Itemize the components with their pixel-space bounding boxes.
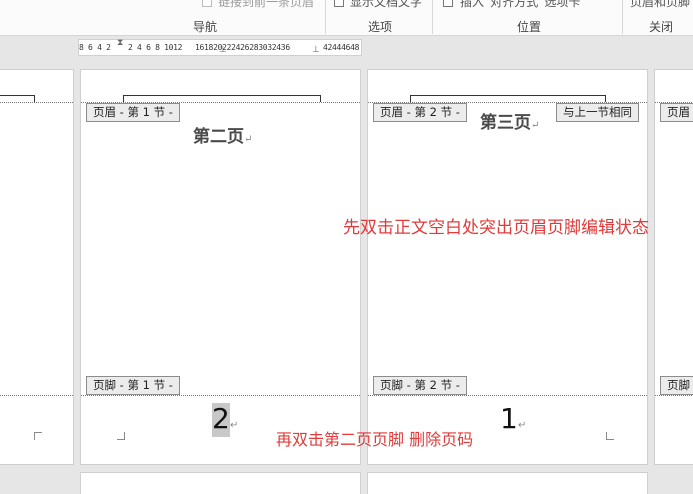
link-to-previous-button[interactable]: 链接到前一条页眉 (218, 0, 314, 10)
show-doc-text-label: 显示文档文字 (350, 0, 423, 9)
group-options-label: 选项 (368, 20, 393, 34)
footer-boundary-line (655, 395, 693, 396)
link-previous-icon (202, 0, 212, 7)
footer-boundary-line (0, 395, 73, 396)
header-section-2-tag: 页眉 - 第 2 节 - (373, 103, 467, 122)
footer-boundary-line (368, 395, 647, 396)
footer-section-2-tag: 页脚 - 第 2 节 - (373, 376, 467, 395)
paragraph-mark: ↵ (531, 120, 540, 131)
ruler-main-numbers: 161820222426283032436 (195, 43, 290, 52)
ribbon: 链接到前一条页眉 显示文档文字 插入“对齐方式”选项卡 页眉和页脚 导航 选项 … (0, 0, 693, 36)
crop-mark (34, 432, 42, 440)
crop-mark (117, 432, 125, 440)
page-title-text: 第二页 (193, 127, 244, 147)
page-title-third: 第三页↵ (480, 108, 539, 133)
insert-align-tab-icon (443, 0, 453, 7)
close-header-footer-button[interactable]: 页眉和页脚 (630, 0, 690, 10)
page-partial-right[interactable]: 页眉 页脚 (654, 69, 693, 465)
annotation-step-1: 先双击正文空白处突出页眉页脚编辑状态 (343, 218, 649, 238)
page-next-left[interactable] (80, 472, 361, 494)
crop-mark (606, 432, 614, 440)
page-number-field[interactable]: 2 (212, 403, 230, 437)
header-tag-partial: 页眉 (660, 103, 693, 122)
page-third[interactable]: 页眉 - 第 2 节 - 与上一节相同 第三页↵ 页脚 - 第 2 节 - 1 … (367, 69, 648, 465)
ruler-band: 8 6 4 2 ⧗ 2 4 6 8 1012 16182022242628303… (0, 37, 693, 59)
paragraph-mark: ↵ (244, 134, 253, 145)
tab-stop-icon[interactable]: ⊥ (219, 45, 227, 55)
header-boundary-line (0, 102, 73, 103)
horizontal-ruler[interactable]: 8 6 4 2 ⧗ 2 4 6 8 1012 16182022242628303… (78, 38, 362, 56)
page-number-field[interactable]: 1 (500, 403, 518, 437)
footer-section-1-tag: 页脚 - 第 1 节 - (86, 376, 180, 395)
paragraph-mark: ↵ (230, 420, 239, 431)
page-title-text: 第三页 (480, 113, 531, 133)
ruler-right-numbers: 42444648 (323, 43, 360, 52)
paragraph-mark: ↵ (518, 420, 527, 431)
header-bracket (410, 95, 606, 102)
ribbon-separator (622, 0, 623, 34)
annotation-step-2: 再双击第二页页脚 删除页码 (276, 430, 474, 449)
same-as-previous-tag: 与上一节相同 (556, 103, 639, 122)
insert-align-tab-button[interactable]: 插入“对齐方式”选项卡 (460, 0, 580, 10)
ribbon-separator (325, 0, 326, 34)
show-doc-text-checkbox[interactable] (334, 0, 344, 7)
page-second[interactable]: 页眉 - 第 1 节 - 第二页↵ 页脚 - 第 1 节 - 2 ↵ (80, 69, 361, 465)
page-next-right[interactable] (367, 472, 648, 494)
ruler-mid-numbers: 2 4 6 8 1012 (128, 43, 183, 52)
header-bracket (0, 95, 35, 102)
right-indent-icon[interactable]: ⊥ (312, 45, 320, 55)
header-section-1-tag: 页眉 - 第 1 节 - (86, 103, 180, 122)
group-close-label: 关闭 (649, 20, 674, 34)
group-navigation-label: 导航 (193, 20, 218, 34)
ruler-left-numbers: 8 6 4 2 (79, 43, 111, 52)
footer-boundary-line (81, 395, 360, 396)
ribbon-separator (432, 0, 433, 34)
page-title-second: 第二页↵ (193, 122, 252, 147)
indent-marker-icon[interactable]: ⧗ (117, 38, 123, 48)
footer-tag-partial: 页脚 (660, 376, 693, 395)
page-partial-left[interactable] (0, 69, 74, 465)
header-bracket (123, 95, 321, 102)
group-position-label: 位置 (517, 20, 542, 34)
